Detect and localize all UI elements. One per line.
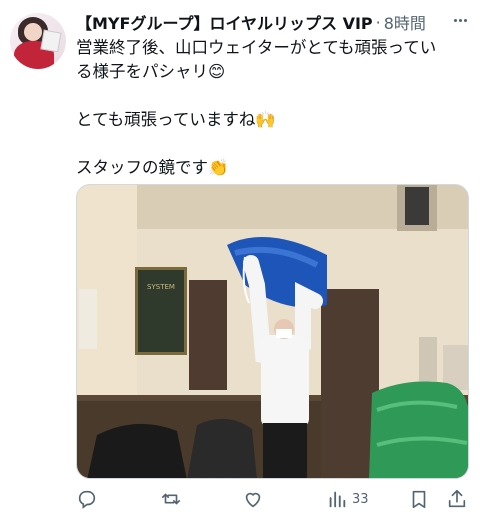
retweet-icon <box>161 493 181 505</box>
sign-text: SYSTEM <box>147 283 175 291</box>
retweet-button[interactable] <box>160 488 182 510</box>
author-name[interactable]: 【MYFグループ】ロイヤルリップス VIP <box>76 10 373 34</box>
tweet-photo[interactable]: SYSTEM <box>76 184 469 479</box>
more-icon[interactable] <box>448 10 472 30</box>
views-count: 33 <box>352 491 369 507</box>
views-icon <box>329 491 346 508</box>
share-button[interactable] <box>446 488 468 510</box>
avatar[interactable] <box>10 13 66 69</box>
like-button[interactable] <box>242 488 264 510</box>
tweet-header: 【MYFグループ】ロイヤルリップス VIP · 8時間 <box>76 10 480 34</box>
reply-icon <box>78 490 96 509</box>
tweet-time[interactable]: 8時間 <box>384 10 426 34</box>
tweet-line: スタッフの鏡です👏 <box>76 158 229 177</box>
bookmark-button[interactable] <box>408 488 430 510</box>
time-separator: · <box>375 12 381 32</box>
tweet-line: る様子をパシャリ😊 <box>76 62 226 81</box>
tweet-line: とても頑張っていますね🙌 <box>76 110 276 129</box>
like-icon <box>245 492 261 508</box>
bookmark-icon <box>412 490 426 509</box>
tweet-text: 営業終了後、山口ウェイターがとても頑張ってい る様子をパシャリ😊 とても頑張って… <box>76 36 472 180</box>
views-button[interactable]: 33 <box>326 488 369 510</box>
share-icon <box>448 489 466 508</box>
action-bar: 33 <box>0 484 480 516</box>
tweet-line: 営業終了後、山口ウェイターがとても頑張ってい <box>76 38 437 57</box>
reply-button[interactable] <box>76 488 98 510</box>
